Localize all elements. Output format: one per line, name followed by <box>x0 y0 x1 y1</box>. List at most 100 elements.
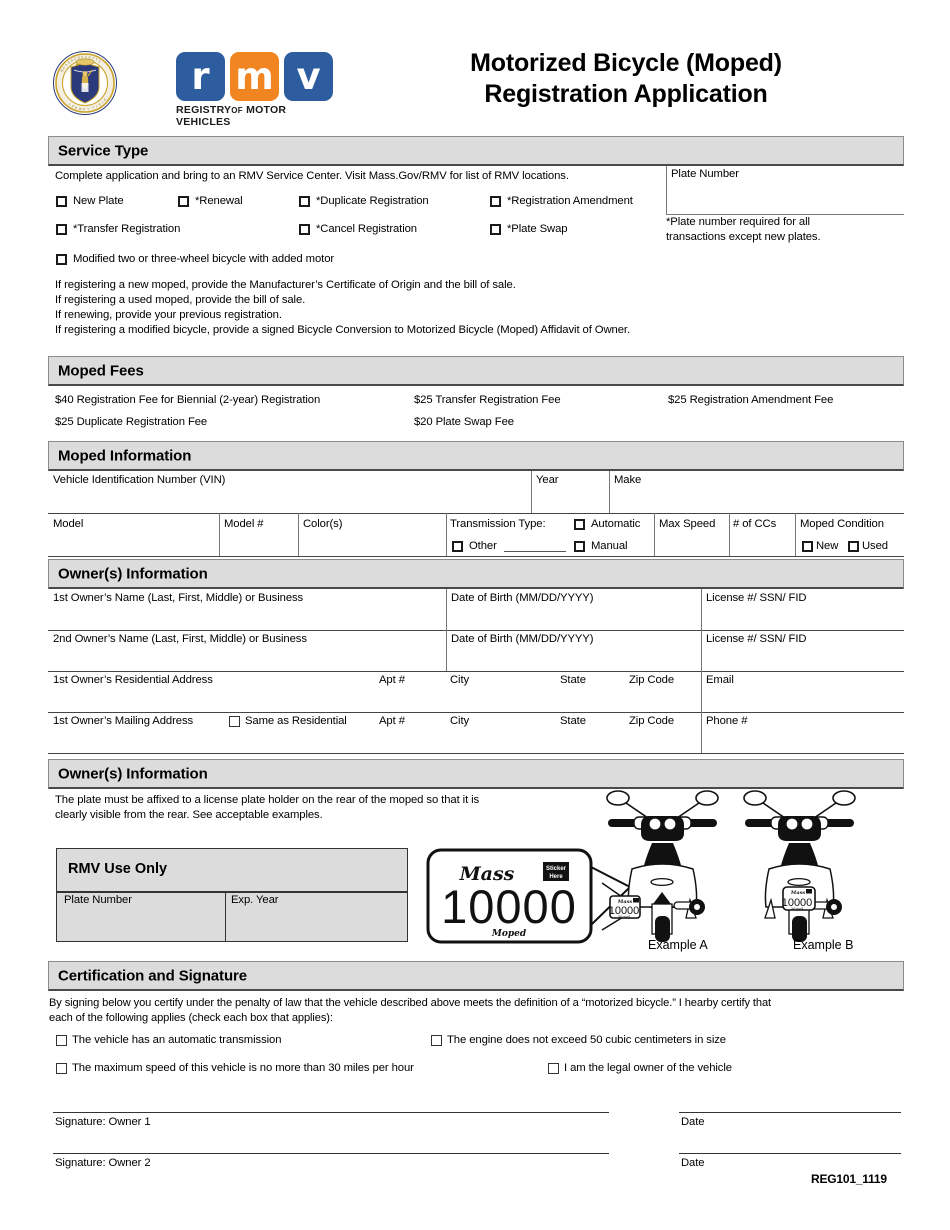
example-a-label: Example A <box>648 938 708 952</box>
checkbox-registration-amendment[interactable] <box>490 196 501 207</box>
owner1-license-input[interactable] <box>702 605 903 629</box>
max-speed-input[interactable] <box>655 531 728 555</box>
checkbox-automatic[interactable] <box>574 519 585 530</box>
residential-state-input[interactable] <box>559 687 627 711</box>
plate-placement-band: Owner(s) Information <box>48 759 904 789</box>
plate-placement-note-line2: clearly visible from the rear. See accep… <box>55 809 323 821</box>
checkbox-cancel-registration[interactable] <box>299 224 310 235</box>
owner1-dob-input[interactable] <box>447 605 700 629</box>
date1-line <box>679 1112 901 1113</box>
rmv-logo-letter-r: r <box>176 52 225 101</box>
fee-transfer-registration: $25 Transfer Registration Fee <box>414 394 561 406</box>
model-row-bottom-border <box>48 556 904 557</box>
label-owner1-license: License #/ SSN/ FID <box>706 592 807 604</box>
make-input[interactable] <box>610 486 903 512</box>
date2-input[interactable] <box>679 1131 901 1152</box>
plate-placement-heading: Owner(s) Information <box>58 765 208 782</box>
owners-information-heading: Owner(s) Information <box>58 565 208 582</box>
owners-information-band: Owner(s) Information <box>48 559 904 589</box>
owner-row2-bottom-border <box>48 671 904 672</box>
moped-information-heading: Moped Information <box>58 447 192 464</box>
label-transfer-registration: *Transfer Registration <box>73 223 181 235</box>
label-new-plate: New Plate <box>73 195 124 207</box>
label-residential-apt: Apt # <box>379 674 405 686</box>
label-other-transmission: Other <box>469 540 497 552</box>
mailing-apt-input[interactable] <box>379 728 447 752</box>
ccs-input[interactable] <box>730 531 794 555</box>
checkbox-plate-swap[interactable] <box>490 224 501 235</box>
label-ccs: # of CCs <box>733 518 777 530</box>
model-number-input[interactable] <box>220 531 297 555</box>
plate-placement-note-line1: The plate must be affixed to a license p… <box>55 794 480 806</box>
label-mailing-city: City <box>450 715 470 727</box>
mailing-state-input[interactable] <box>559 728 627 752</box>
label-registration-amendment: *Registration Amendment <box>507 195 633 207</box>
label-model: Model <box>53 518 84 530</box>
owner-row1-bottom-border <box>48 630 904 631</box>
fee-plate-swap: $20 Plate Swap Fee <box>414 416 514 428</box>
colors-input[interactable] <box>299 531 445 555</box>
rmv-logo: r m v REGISTRYOF MOTOR VEHICLES <box>176 52 336 128</box>
checkbox-condition-new[interactable] <box>802 541 813 552</box>
label-date2: Date <box>681 1157 705 1169</box>
label-year: Year <box>536 474 559 486</box>
mailing-city-input[interactable] <box>448 728 558 752</box>
owner1-name-input[interactable] <box>48 605 445 629</box>
checkbox-engine-size-cert[interactable] <box>431 1035 442 1046</box>
certification-band: Certification and Signature <box>48 961 904 991</box>
checkbox-transfer-registration[interactable] <box>56 224 67 235</box>
owner2-dob-input[interactable] <box>447 646 700 670</box>
page-title: Motorized Bicycle (Moped) Registration A… <box>348 48 904 109</box>
other-transmission-input[interactable] <box>504 551 566 552</box>
signature-owner2-input[interactable] <box>53 1131 609 1152</box>
date1-input[interactable] <box>679 1090 901 1111</box>
checkbox-max-speed-cert[interactable] <box>56 1063 67 1074</box>
vin-input[interactable] <box>48 486 530 512</box>
service-type-heading: Service Type <box>58 142 149 159</box>
checkbox-new-plate[interactable] <box>56 196 67 207</box>
checkbox-automatic-transmission-cert[interactable] <box>56 1035 67 1046</box>
fee-duplicate-registration: $25 Duplicate Registration Fee <box>55 416 208 428</box>
label-condition-used: Used <box>862 540 888 552</box>
checkbox-renewal[interactable] <box>178 196 189 207</box>
mailing-address-input[interactable] <box>48 728 378 752</box>
service-type-instruction: Complete application and bring to an RMV… <box>55 170 569 182</box>
residential-city-input[interactable] <box>448 687 558 711</box>
label-moped-condition: Moped Condition <box>800 518 884 530</box>
note-line-2: If registering a used moped, provide the… <box>55 294 306 306</box>
svg-text:Moped: Moped <box>617 915 631 919</box>
svg-text:Moped: Moped <box>790 907 804 911</box>
checkbox-duplicate-registration[interactable] <box>299 196 310 207</box>
checkbox-legal-owner-cert[interactable] <box>548 1063 559 1074</box>
ccs-divider <box>795 513 796 556</box>
label-plate-swap: *Plate Swap <box>507 223 568 235</box>
svg-text:Mass: Mass <box>790 890 806 896</box>
email-input[interactable] <box>702 687 903 711</box>
residential-apt-input[interactable] <box>379 687 447 711</box>
mailing-zip-input[interactable] <box>628 728 700 752</box>
checkbox-manual[interactable] <box>574 541 585 552</box>
signature-owner1-input[interactable] <box>53 1090 609 1111</box>
label-modified-bicycle: Modified two or three-wheel bicycle with… <box>73 253 335 265</box>
owner2-license-input[interactable] <box>702 646 903 670</box>
rmv-use-only-title: RMV Use Only <box>68 861 168 877</box>
rmv-exp-year-input[interactable] <box>227 908 406 940</box>
svg-text:S: S <box>85 55 87 59</box>
residential-address-input[interactable] <box>48 687 378 711</box>
year-input[interactable] <box>532 486 608 512</box>
label-owner1-name: 1st Owner’s Name (Last, First, Middle) o… <box>53 592 304 604</box>
model-input[interactable] <box>48 531 218 555</box>
owner2-name-input[interactable] <box>48 646 445 670</box>
checkbox-other-transmission[interactable] <box>452 541 463 552</box>
label-manual: Manual <box>591 540 628 552</box>
checkbox-modified-bicycle[interactable] <box>56 254 67 265</box>
phone-input[interactable] <box>702 728 903 752</box>
date2-line <box>679 1153 901 1154</box>
checkbox-same-as-residential[interactable] <box>229 716 240 727</box>
label-owner1-dob: Date of Birth (MM/DD/YYYY) <box>451 592 594 604</box>
rmv-plate-number-input[interactable] <box>58 908 224 940</box>
checkbox-condition-used[interactable] <box>848 541 859 552</box>
residential-zip-input[interactable] <box>628 687 700 711</box>
label-residential-city: City <box>450 674 470 686</box>
note-line-4: If registering a modified bicycle, provi… <box>55 324 630 336</box>
